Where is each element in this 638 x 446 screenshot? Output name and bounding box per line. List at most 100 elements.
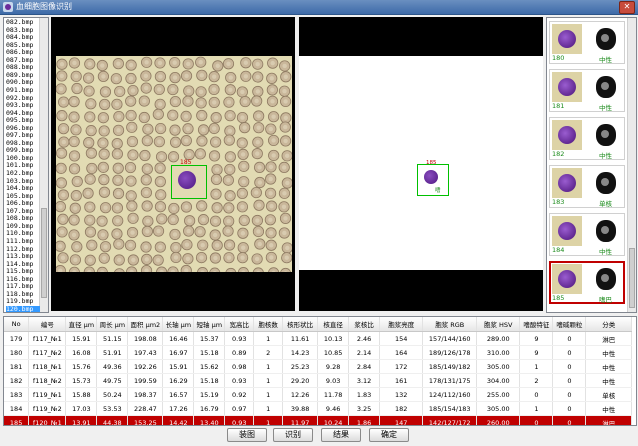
table-row[interactable]: 180 f117_№2 16.08 51.91 197.43 16.97 15.18 0.89…	[4, 345, 632, 360]
table-cell: 1	[519, 401, 554, 416]
table-cell: 17.03	[65, 401, 98, 416]
cell-color-image	[552, 264, 582, 294]
table-cell: 1	[519, 359, 554, 374]
table-cell: 中性	[585, 359, 632, 374]
table-cell: 164	[379, 345, 424, 360]
table-cell: 0	[519, 415, 554, 425]
table-cell: 17.26	[162, 401, 195, 416]
table-cell: 16.79	[193, 401, 226, 416]
column-header[interactable]: 胞浆亮度	[379, 317, 424, 332]
file-list-scrollbar[interactable]	[39, 18, 48, 312]
table-row[interactable]: 179 f117_№1 15.91 51.15 198.08 16.46 15.37 0.93…	[4, 331, 632, 346]
table-cell: 0	[552, 401, 587, 416]
column-header[interactable]: 嗜酸特征	[519, 317, 554, 332]
cell-nucleus	[178, 171, 196, 189]
table-cell: 1	[253, 359, 284, 374]
column-header[interactable]: 核直径	[317, 317, 350, 332]
column-header[interactable]: 直径 μm	[65, 317, 98, 332]
thumbnail-number: 185	[552, 294, 565, 302]
cell-thumbnail[interactable]: 182 中性	[549, 117, 625, 160]
table-cell: 13.91	[65, 415, 98, 425]
cell-mask-image	[591, 72, 621, 102]
thumbnail-class: 中性	[599, 56, 612, 64]
table-cell: 1.83	[348, 387, 381, 402]
cell-mask-image	[591, 216, 621, 246]
table-cell: 淋巴	[585, 415, 632, 425]
close-button[interactable]: ✕	[619, 1, 635, 14]
ok-button[interactable]: 确定	[369, 428, 409, 442]
table-cell: 289.00	[476, 331, 521, 346]
table-cell: 189/126/178	[422, 345, 478, 360]
results-table[interactable]: No 编号 直径 μm 周长 μm 面积 μm2 长轴 μm 短轴 μm 宽高比 胞核数 核形状比…	[3, 316, 637, 426]
table-cell: 2.46	[348, 331, 381, 346]
column-header[interactable]: 周长 μm	[96, 317, 129, 332]
table-cell: 154	[379, 331, 424, 346]
table-row[interactable]: 185 f120_№1 13.91 44.38 153.25 14.42 13.40 0.93…	[4, 415, 632, 425]
table-cell: 16.08	[65, 345, 98, 360]
table-cell: 15.18	[193, 345, 226, 360]
column-header[interactable]: 胞核数	[253, 317, 284, 332]
column-header[interactable]: 长轴 μm	[162, 317, 195, 332]
column-header[interactable]: 面积 μm2	[127, 317, 164, 332]
column-header[interactable]: 编号	[28, 317, 67, 332]
thumbnail-class: 嗜巴	[599, 296, 612, 304]
table-cell: 310.00	[476, 345, 521, 360]
cell-mask-image	[591, 120, 621, 150]
table-cell: 2.14	[348, 345, 381, 360]
column-header[interactable]: 胞浆 HSV	[476, 317, 521, 332]
table-row[interactable]: 183 f119_№1 15.88 50.24 198.37 16.57 15.19 0.92…	[4, 387, 632, 402]
table-cell: 185/154/183	[422, 401, 478, 416]
table-row[interactable]: 182 f118_№2 15.73 49.75 199.59 16.29 15.18 0.93…	[4, 373, 632, 388]
table-cell: 260.00	[476, 415, 521, 425]
table-cell: f118_№1	[28, 359, 67, 374]
table-row[interactable]: 181 f118_№1 15.76 49.36 192.26 15.91 15.62 0.98…	[4, 359, 632, 374]
table-cell: 51.15	[96, 331, 129, 346]
table-cell: 132	[379, 387, 424, 402]
table-cell: 0.93	[224, 331, 255, 346]
thumbnail-number: 184	[552, 246, 565, 254]
column-header[interactable]: 分类	[585, 317, 632, 332]
column-header[interactable]: 核形状比	[282, 317, 319, 332]
cell-thumbnail[interactable]: 180 中性	[549, 21, 625, 64]
table-cell: 0.92	[224, 387, 255, 402]
cell-thumbnail[interactable]: 184 中性	[549, 213, 625, 256]
table-cell: 16.46	[162, 331, 195, 346]
file-list[interactable]: 082.bmp 083.bmp 084.bmp 085.bmp 086.bmp 087.b…	[3, 17, 49, 313]
column-header[interactable]: 短轴 μm	[193, 317, 226, 332]
column-header[interactable]: 宽高比	[224, 317, 255, 332]
recognize-button[interactable]: 识别	[273, 428, 313, 442]
table-cell: 228.47	[127, 401, 164, 416]
cell-thumbnail[interactable]: 183 单核	[549, 165, 625, 208]
thumbnail-scrollbar[interactable]	[627, 18, 636, 312]
column-header[interactable]: 浆核比	[348, 317, 381, 332]
red-blood-cells	[56, 56, 292, 272]
thumbnail-number: 180	[552, 54, 565, 62]
table-cell: 182	[4, 373, 30, 388]
column-header[interactable]: 嗜碱颗粒	[552, 317, 587, 332]
scrollbar-thumb[interactable]	[629, 248, 635, 308]
result-button[interactable]: 结果	[321, 428, 361, 442]
file-list-item[interactable]: 120.bmp	[6, 305, 40, 312]
scrollbar-thumb[interactable]	[41, 208, 47, 298]
cell-thumbnail[interactable]: 185 嗜巴	[549, 261, 625, 304]
column-header[interactable]: No	[4, 317, 30, 332]
table-cell: 10.24	[317, 415, 350, 425]
column-header[interactable]: 胞浆 RGB	[422, 317, 478, 332]
table-cell: 单核	[585, 387, 632, 402]
table-cell: 16.57	[162, 387, 195, 402]
table-cell: 0.97	[224, 401, 255, 416]
table-cell: 50.24	[96, 387, 129, 402]
table-cell: 0	[552, 359, 587, 374]
thumbnail-panel[interactable]: 180 中性 181 中性 182 中性 183 单核 184 中性 185 嗜巴	[546, 17, 637, 313]
table-cell: 29.20	[282, 373, 319, 388]
table-cell: 9	[519, 331, 554, 346]
cell-number-label: 185	[426, 160, 437, 166]
table-cell: 1	[253, 401, 284, 416]
cell-thumbnail[interactable]: 181 中性	[549, 69, 625, 112]
table-cell: 15.19	[193, 387, 226, 402]
table-row[interactable]: 184 f119_№2 17.03 53.53 228.47 17.26 16.79 0.97…	[4, 401, 632, 416]
cell-color-image	[552, 216, 582, 246]
table-cell: 11.78	[317, 387, 350, 402]
load-image-button[interactable]: 装图	[227, 428, 267, 442]
table-cell: 0.98	[224, 359, 255, 374]
